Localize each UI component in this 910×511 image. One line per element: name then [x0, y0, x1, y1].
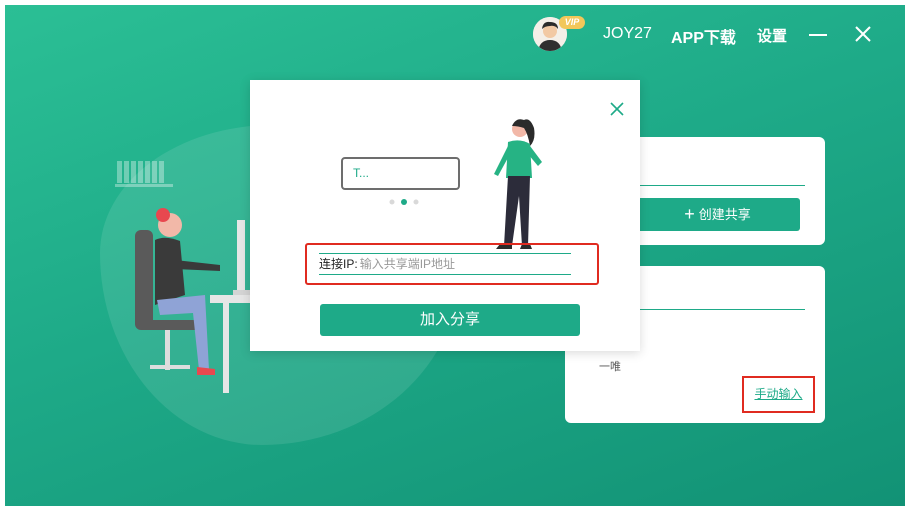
- username[interactable]: JOY27: [603, 25, 652, 43]
- minimize-icon[interactable]: [809, 34, 827, 36]
- card-divider: [635, 309, 805, 310]
- join-note: 一唯: [599, 361, 621, 373]
- vip-badge: VIP: [559, 16, 585, 29]
- create-share-button[interactable]: + 创建共享: [635, 198, 800, 231]
- join-share-dialog: T... 连接IP: 加入分享: [250, 80, 640, 351]
- app-window: VIP JOY27 APP下载 设置 + 创建共享 一唯 手动输入 T... 连…: [5, 5, 905, 506]
- ip-field-highlight: 连接IP:: [305, 243, 599, 285]
- ip-label: 连接IP:: [319, 257, 358, 271]
- card-divider: [635, 185, 805, 186]
- manual-input-highlight: 手动输入: [742, 376, 815, 413]
- plus-icon: +: [684, 204, 695, 224]
- settings-link[interactable]: 设置: [757, 25, 787, 46]
- standing-woman-illustration: [494, 119, 542, 249]
- ip-field-row: 连接IP:: [319, 253, 571, 275]
- title-bar: VIP JOY27 APP下载 设置: [5, 5, 905, 65]
- close-icon[interactable]: [854, 25, 872, 43]
- close-icon[interactable]: [610, 102, 624, 116]
- ip-address-input[interactable]: [359, 257, 540, 271]
- join-share-button[interactable]: 加入分享: [320, 304, 580, 336]
- pagination-dots: [389, 199, 419, 205]
- manual-input-link[interactable]: 手动输入: [744, 378, 813, 411]
- person-at-desk-illustration: [135, 208, 265, 393]
- create-share-label: 创建共享: [698, 207, 751, 222]
- app-download-link[interactable]: APP下载: [671, 24, 736, 48]
- illustration-input-box: T...: [341, 157, 460, 190]
